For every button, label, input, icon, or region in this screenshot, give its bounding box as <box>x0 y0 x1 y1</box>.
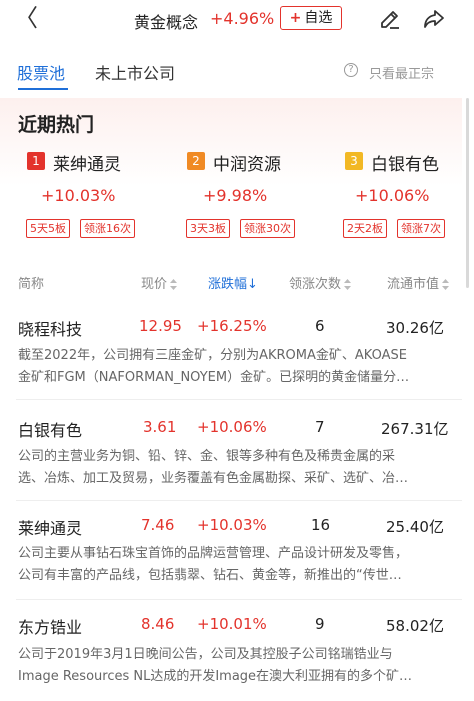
page-title: 黄金概念 <box>134 13 199 32</box>
plus-icon: + <box>289 10 302 26</box>
column-price-label: 现价 <box>141 277 168 292</box>
tab-unlisted-companies[interactable]: 未上市公司 <box>95 60 175 84</box>
hot-item-tag-boards: 5天5板 <box>26 219 70 238</box>
hot-rank-badge: 3 <box>345 152 363 170</box>
stock-description: 截至2022年，公司拥有三座金矿，分别为AKROMA金矿、AKOASE 金矿和FG… <box>18 348 410 385</box>
hot-item-name[interactable]: 中润资源 <box>213 150 281 175</box>
hot-item-tag-leads: 领涨16次 <box>80 219 135 238</box>
column-price[interactable]: 现价 <box>141 273 178 292</box>
divider <box>16 599 462 600</box>
scrollbar[interactable] <box>466 98 469 288</box>
hot-item-tag-boards: 2天2板 <box>343 219 387 238</box>
stock-description: 公司主要从事钻石珠宝首饰的品牌运营管理、产品设计研发及零售， 公司有丰富的产品线，… <box>18 546 409 583</box>
add-watchlist-button[interactable]: + 自选 <box>280 6 342 30</box>
column-name: 简称 <box>18 277 45 292</box>
sort-icon <box>344 279 352 290</box>
stock-lead-times: 7 <box>315 418 325 436</box>
divider <box>16 399 462 400</box>
stock-lead-times: 9 <box>315 615 325 633</box>
stock-market-cap: 25.40亿 <box>386 518 444 536</box>
stock-change: +16.25% <box>197 317 267 335</box>
column-lead-times[interactable]: 领涨次数 <box>289 273 352 292</box>
share-icon[interactable] <box>422 7 446 31</box>
stock-market-cap: 58.02亿 <box>386 617 444 635</box>
stock-name: 东方锆业 <box>18 618 83 637</box>
hot-item-tag-leads: 领涨7次 <box>397 219 445 238</box>
stock-market-cap: 267.31亿 <box>381 420 449 438</box>
stock-market-cap: 30.26亿 <box>386 319 444 337</box>
hot-item-name[interactable]: 白银有色 <box>371 150 439 175</box>
hot-item-change: +10.03% <box>41 186 116 205</box>
add-watchlist-label: 自选 <box>304 10 333 26</box>
column-change[interactable]: 涨跌幅↓ <box>208 273 258 292</box>
stock-price: 3.61 <box>143 418 177 436</box>
column-lead-times-label: 领涨次数 <box>289 277 342 292</box>
sort-icon <box>442 279 450 290</box>
stock-lead-times: 6 <box>315 317 325 335</box>
stock-price: 12.95 <box>139 317 182 335</box>
column-market-cap-label: 流通市值 <box>387 277 440 292</box>
stock-name: 莱绅通灵 <box>18 519 83 538</box>
sort-icon <box>170 279 178 290</box>
stock-change: +10.01% <box>197 615 267 633</box>
column-market-cap[interactable]: 流通市值 <box>387 273 450 292</box>
stock-change: +10.06% <box>197 418 267 436</box>
hot-item-change: +10.06% <box>355 186 430 205</box>
stock-description: 公司于2019年3月1日晚间公告，公司及其控股子公司铭瑞锆业与 Image Res… <box>18 647 413 684</box>
back-icon[interactable]: 〈 <box>14 6 38 30</box>
divider <box>16 500 462 501</box>
tab-stock-pool[interactable]: 股票池 <box>17 60 65 84</box>
edit-icon[interactable] <box>378 7 402 31</box>
stock-name: 晓程科技 <box>18 320 83 339</box>
hot-rank-badge: 1 <box>27 152 45 170</box>
hot-section-title: 近期热门 <box>18 114 95 136</box>
stock-change: +10.03% <box>197 516 267 534</box>
stock-price: 7.46 <box>141 516 175 534</box>
hot-item-tag-boards: 3天3板 <box>186 219 230 238</box>
stock-name: 白银有色 <box>18 421 83 440</box>
stock-description: 公司的主营业务为铜、铅、锌、金、银等多种有色及稀贵金属的采 选、冶炼、加工及贸易，… <box>18 449 409 486</box>
hot-item-change: +9.98% <box>203 186 268 205</box>
stock-lead-times: 16 <box>311 516 331 534</box>
stock-price: 8.46 <box>141 615 175 633</box>
help-icon[interactable]: ? <box>344 63 358 77</box>
tab-underline <box>18 88 68 90</box>
concept-change: +4.96% <box>210 9 275 28</box>
filter-most-authentic[interactable]: 只看最正宗 <box>369 63 434 82</box>
hot-rank-badge: 2 <box>187 152 205 170</box>
hot-item-tag-leads: 领涨30次 <box>240 219 295 238</box>
hot-item-name[interactable]: 莱绅通灵 <box>53 150 121 175</box>
